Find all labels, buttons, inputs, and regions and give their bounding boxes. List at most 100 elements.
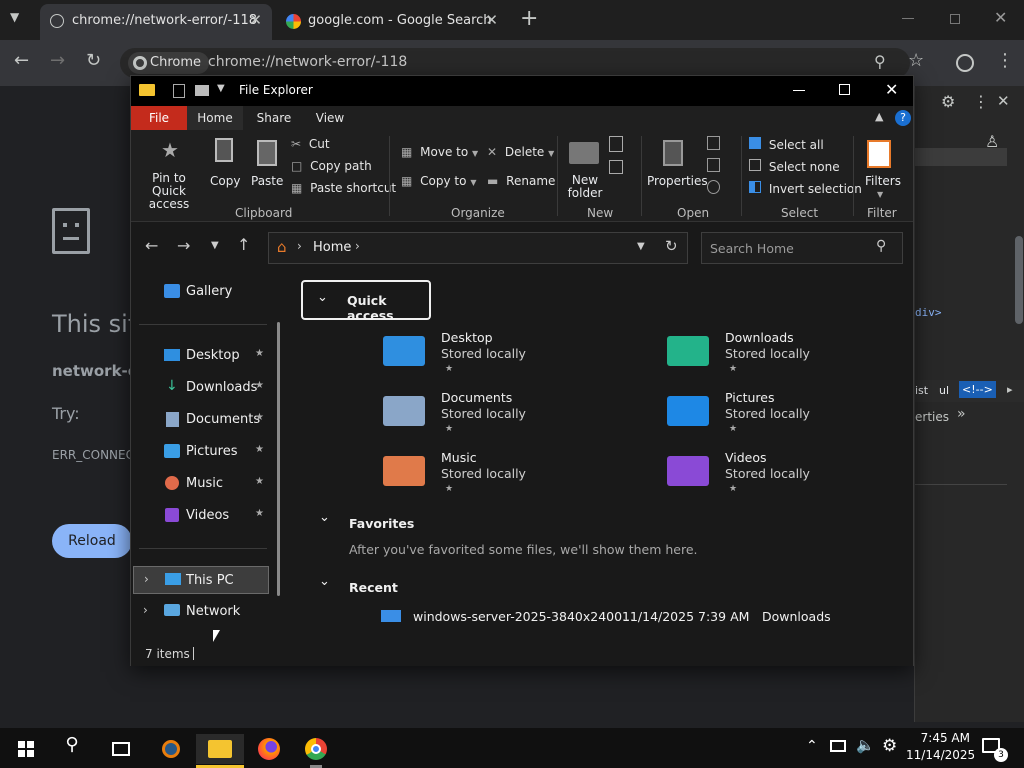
new-folder-quick-icon[interactable] <box>195 85 209 96</box>
properties-tab[interactable]: erties <box>915 410 949 424</box>
paste-button[interactable]: Paste <box>245 134 285 200</box>
forward-icon[interactable]: → <box>177 236 190 255</box>
copy-button[interactable]: Copy <box>203 134 243 200</box>
zoom-icon[interactable]: ⚲ <box>874 52 886 71</box>
search-button[interactable]: ⚲ <box>54 734 90 764</box>
minimize-icon[interactable] <box>793 90 805 91</box>
crumb-comment[interactable]: <!--> <box>959 381 996 398</box>
tab-view[interactable]: View <box>303 106 357 130</box>
pin-quick-access-button[interactable]: ★ Pin to Quick access <box>137 134 201 211</box>
easy-access-icon[interactable] <box>609 160 623 174</box>
nav-this-pc[interactable]: › This PC <box>133 566 269 594</box>
open-icon[interactable] <box>707 136 720 150</box>
rename-button[interactable]: ▬ Rename <box>487 174 555 188</box>
help-icon[interactable]: ? <box>895 110 911 126</box>
nav-pictures[interactable]: Pictures ★ <box>131 438 271 466</box>
delete-button[interactable]: ✕ Delete ▼ <box>487 145 554 159</box>
devtools-settings-icon[interactable]: ⚙ <box>941 92 955 111</box>
devtools-scrollbar[interactable] <box>1015 236 1023 324</box>
minimize-icon[interactable] <box>902 18 914 19</box>
invert-selection-button[interactable]: Invert selection <box>749 181 862 196</box>
back-icon[interactable]: ← <box>145 236 158 255</box>
profile-icon[interactable] <box>956 54 974 72</box>
chevron-right-icon[interactable]: › <box>144 572 149 586</box>
network-status-icon[interactable] <box>830 740 846 752</box>
file-explorer-taskbar-button[interactable] <box>196 734 244 768</box>
tab-home[interactable]: Home <box>187 106 243 130</box>
table-row[interactable]: windows-server-2025-3840x2400... 11/14/2… <box>377 606 913 628</box>
new-folder-button[interactable]: New folder <box>563 134 607 200</box>
restore-icon[interactable] <box>950 14 960 24</box>
chevron-down-icon[interactable]: ⌄ <box>319 574 330 589</box>
nav-downloads[interactable]: ↓ Downloads ★ <box>131 374 271 402</box>
quick-access-downloads[interactable]: Downloads Stored locally ★ <box>667 330 867 382</box>
nav-videos[interactable]: Videos ★ <box>131 502 271 530</box>
qat-dropdown-icon[interactable]: ▼ <box>217 83 225 94</box>
paste-shortcut-button[interactable]: ▦ Paste shortcut <box>291 181 396 195</box>
copy-path-button[interactable]: □ Copy path <box>291 159 372 173</box>
quick-access-documents[interactable]: Documents Stored locally ★ <box>383 390 583 442</box>
properties-button[interactable]: Properties <box>645 134 708 200</box>
bookmark-star-icon[interactable]: ☆ <box>908 50 924 71</box>
close-icon[interactable]: ✕ <box>885 80 898 99</box>
chevron-down-icon[interactable]: ⌄ <box>319 510 330 525</box>
nav-desktop[interactable]: Desktop ★ <box>131 342 271 370</box>
maximize-icon[interactable] <box>839 84 850 95</box>
nav-scrollbar[interactable] <box>277 322 280 596</box>
quick-access-videos[interactable]: Videos Stored locally ★ <box>667 450 867 502</box>
notification-center-button[interactable]: 3 <box>980 736 1008 762</box>
recent-header[interactable]: Recent <box>349 580 398 595</box>
quick-access-pictures[interactable]: Pictures Stored locally ★ <box>667 390 867 442</box>
forward-icon[interactable]: → <box>50 50 65 71</box>
crumb-next-icon[interactable]: ▸ <box>1007 383 1013 396</box>
settings-gear-icon[interactable]: ⚙ <box>882 736 897 756</box>
nav-gallery[interactable]: Gallery <box>131 278 271 306</box>
tab-google-search[interactable]: google.com - Google Search ✕ <box>276 4 508 40</box>
show-hidden-icons[interactable]: ⌃ <box>806 738 818 754</box>
omnibox[interactable]: Chrome chrome://network-error/-118 <box>120 48 910 78</box>
new-tab-button[interactable]: + <box>520 6 538 31</box>
reload-button[interactable]: Reload <box>52 524 132 558</box>
properties-quick-icon[interactable] <box>173 84 185 98</box>
move-to-button[interactable]: ▦ Move to ▼ <box>401 145 478 159</box>
nav-documents[interactable]: Documents ★ <box>131 406 271 434</box>
blender-button[interactable] <box>152 734 188 764</box>
search-input[interactable]: Search Home ⚲ <box>701 232 903 264</box>
new-item-icon[interactable] <box>609 136 623 152</box>
recent-locations-icon[interactable]: ▼ <box>211 240 219 251</box>
chrome-taskbar-button[interactable] <box>298 734 334 768</box>
copy-to-button[interactable]: ▦ Copy to ▼ <box>401 174 476 188</box>
devtools-menu-icon[interactable]: ⋮ <box>973 92 989 111</box>
clock[interactable]: 7:45 AM 11/14/2025 <box>906 730 975 764</box>
tab-share[interactable]: Share <box>247 106 301 130</box>
select-all-button[interactable]: Select all <box>749 137 824 152</box>
crumb-list[interactable]: ist <box>915 384 928 397</box>
reload-icon[interactable]: ↻ <box>86 50 101 71</box>
filters-button[interactable]: Filters ▼ <box>859 134 903 200</box>
tab-search-button[interactable]: ▼ <box>10 10 30 30</box>
address-bar[interactable]: ⌂ › Home › ▼ ↻ <box>268 232 688 264</box>
address-dropdown-icon[interactable]: ▼ <box>637 241 645 252</box>
close-window-icon[interactable]: ✕ <box>994 8 1007 27</box>
refresh-icon[interactable]: ↻ <box>665 237 678 255</box>
volume-muted-icon[interactable]: 🔈 <box>856 736 875 754</box>
chevron-right-icon[interactable]: › <box>143 603 148 617</box>
start-button[interactable] <box>8 734 44 764</box>
back-icon[interactable]: ← <box>14 50 29 71</box>
explorer-titlebar[interactable]: ▼ File Explorer ✕ <box>131 76 913 106</box>
tab-file[interactable]: File <box>131 106 187 130</box>
collapse-ribbon-icon[interactable]: ▲ <box>875 110 883 123</box>
up-icon[interactable]: ↑ <box>237 235 250 254</box>
quick-access-header[interactable]: ⌄ Quick access <box>301 280 431 323</box>
history-icon[interactable] <box>707 180 720 194</box>
tab-close-icon[interactable]: ✕ <box>249 11 262 29</box>
tab-close-icon[interactable]: ✕ <box>485 11 498 29</box>
address-home[interactable]: Home <box>313 240 351 255</box>
nav-network[interactable]: › Network <box>131 598 271 626</box>
nav-music[interactable]: Music ★ <box>131 470 271 498</box>
task-view-button[interactable] <box>102 734 138 764</box>
select-none-button[interactable]: Select none <box>749 159 840 174</box>
more-tabs-icon[interactable]: » <box>957 406 966 422</box>
quick-access-desktop[interactable]: Desktop Stored locally ★ <box>383 330 583 382</box>
favorites-header[interactable]: Favorites <box>349 516 414 531</box>
